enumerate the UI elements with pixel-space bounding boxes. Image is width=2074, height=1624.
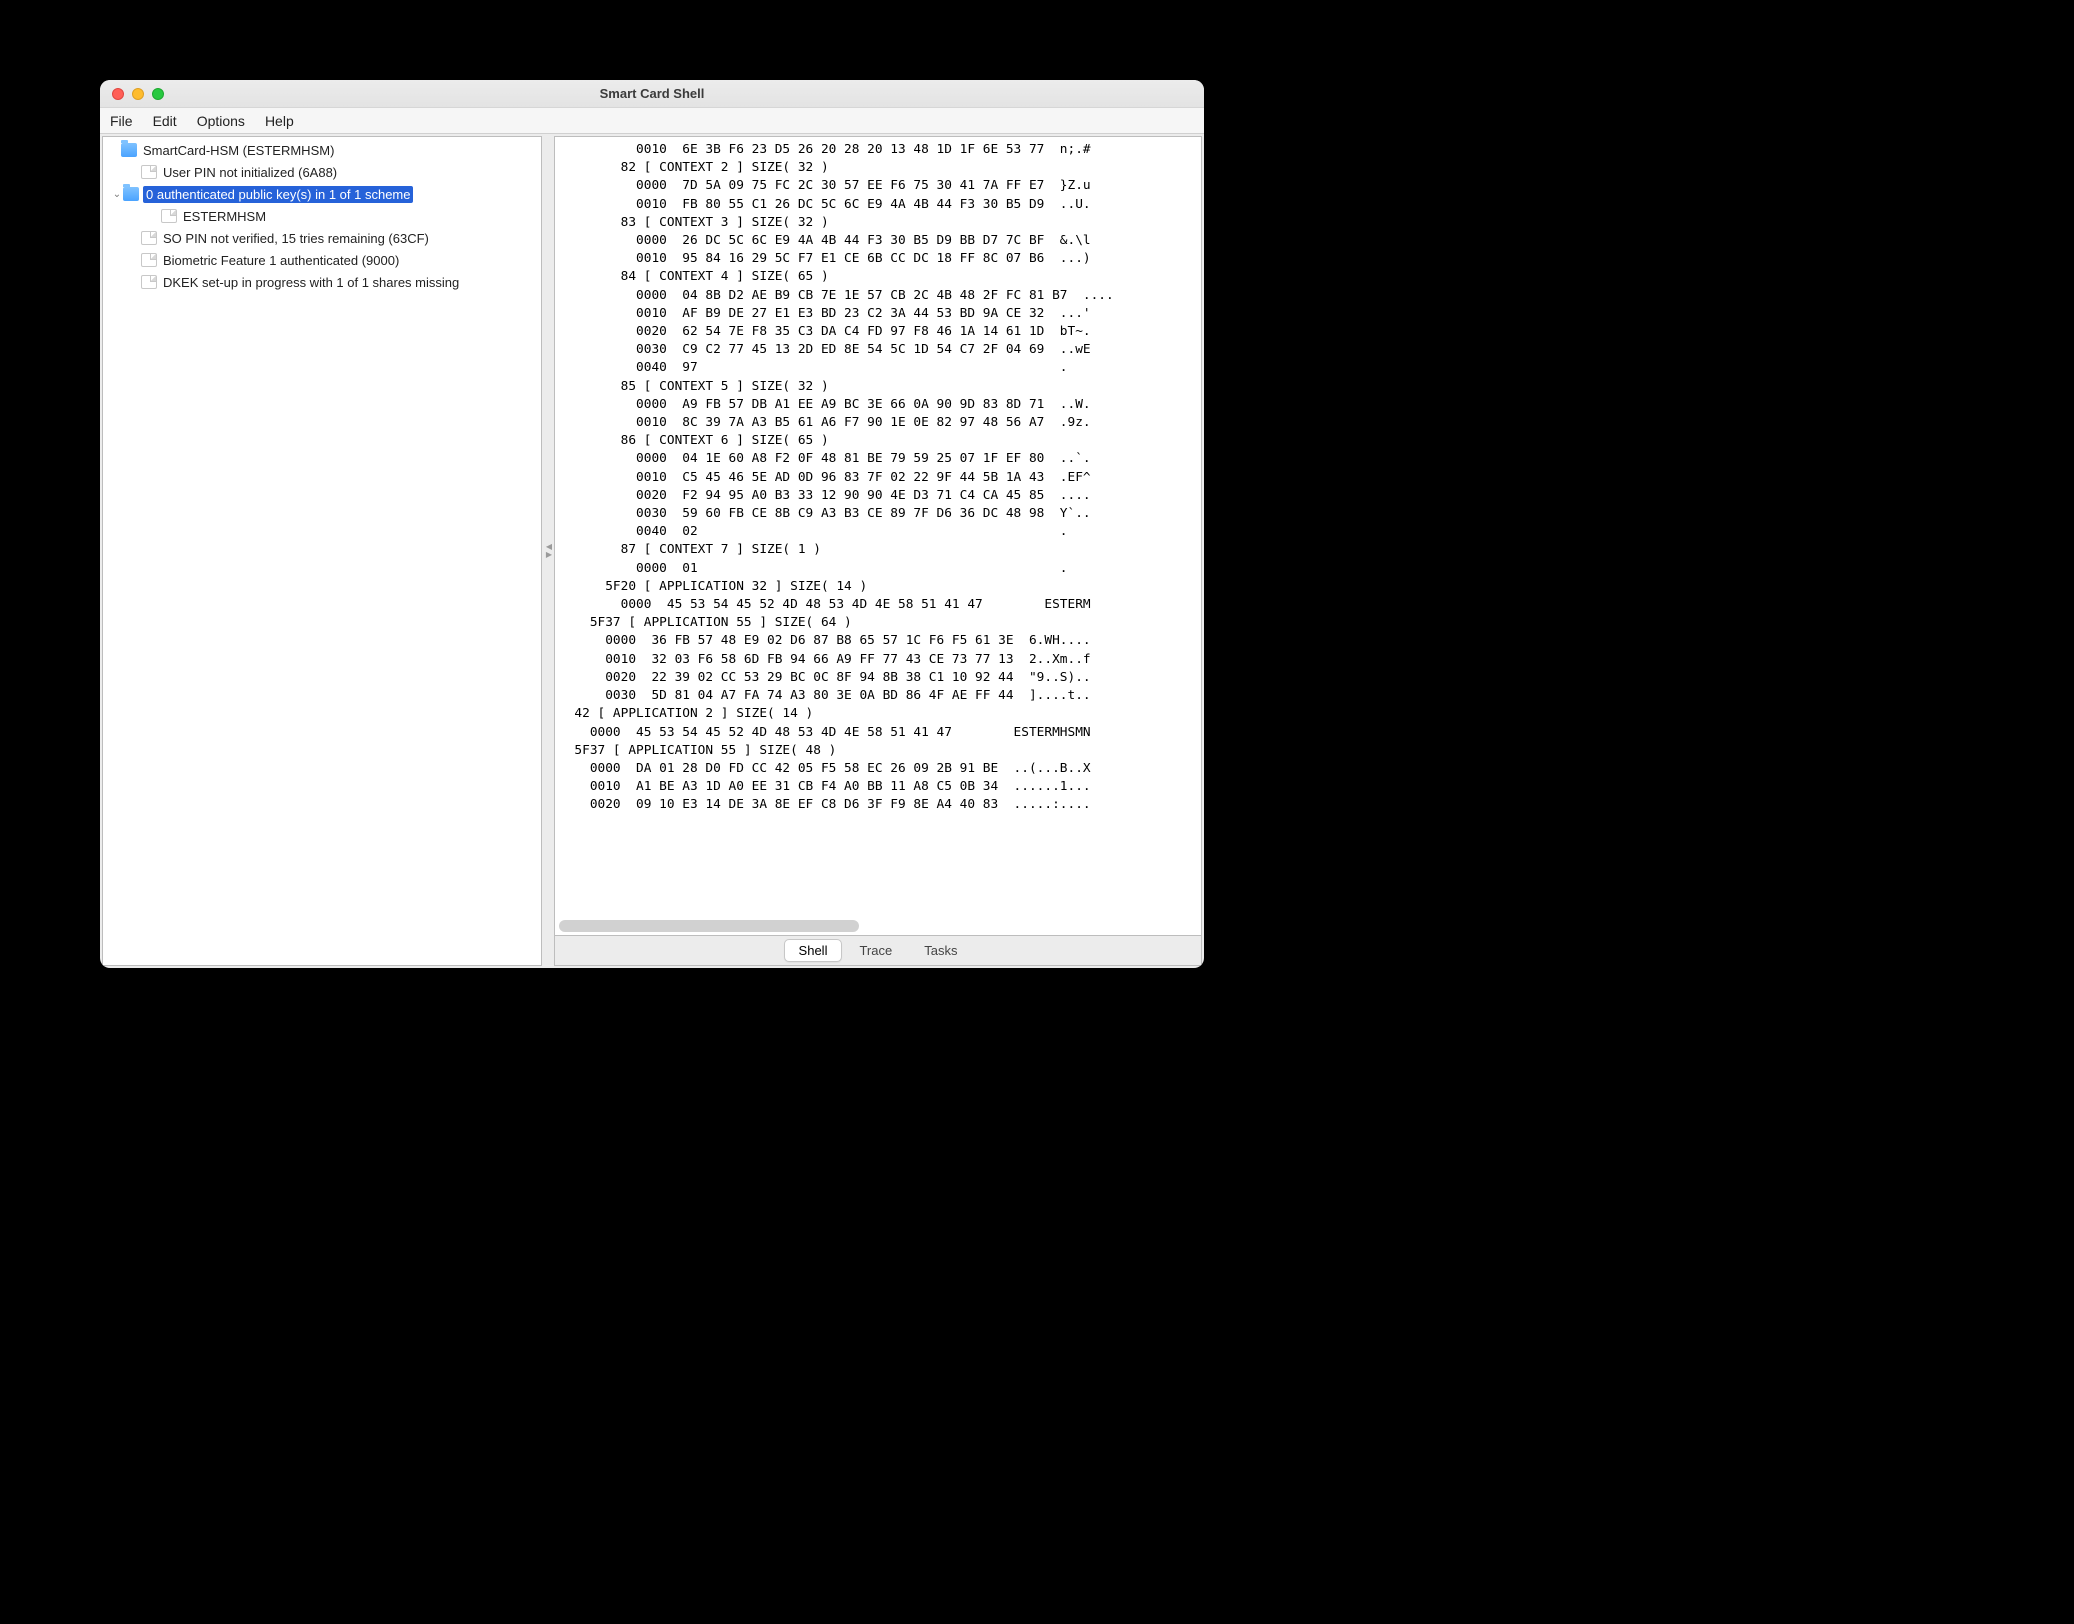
tree-row[interactable]: User PIN not initialized (6A88) (103, 161, 541, 183)
expand-right-icon: ▶ (546, 551, 552, 559)
disclosure-icon (109, 144, 121, 156)
disclosure-icon (129, 166, 141, 178)
tree-row[interactable]: SmartCard-HSM (ESTERMHSM) (103, 139, 541, 161)
disclosure-icon (129, 254, 141, 266)
tree-item-label: Biometric Feature 1 authenticated (9000) (161, 252, 401, 269)
scroll-thumb[interactable] (559, 920, 859, 932)
tree-item-label: SmartCard-HSM (ESTERMHSM) (141, 142, 336, 159)
folder-icon (123, 187, 139, 201)
tree-panel[interactable]: SmartCard-HSM (ESTERMHSM) User PIN not in… (102, 136, 542, 966)
folder-icon (121, 143, 137, 157)
output-scroll[interactable]: 0010 6E 3B F6 23 D5 26 20 28 20 13 48 1D… (555, 137, 1201, 935)
disclosure-icon (129, 276, 141, 288)
file-icon (141, 253, 157, 267)
menu-options[interactable]: Options (197, 113, 245, 129)
output-panel: 0010 6E 3B F6 23 D5 26 20 28 20 13 48 1D… (554, 136, 1202, 936)
disclosure-icon (129, 232, 141, 244)
tab-trace[interactable]: Trace (844, 939, 907, 962)
tab-tasks[interactable]: Tasks (909, 939, 972, 962)
horizontal-scrollbar[interactable] (559, 919, 1197, 933)
tree-row[interactable]: DKEK set-up in progress with 1 of 1 shar… (103, 271, 541, 293)
titlebar[interactable]: Smart Card Shell (100, 80, 1204, 108)
right-panel: 0010 6E 3B F6 23 D5 26 20 28 20 13 48 1D… (554, 136, 1202, 966)
tree-row[interactable]: ⌄ 0 authenticated public key(s) in 1 of 1… (103, 183, 541, 205)
window-title: Smart Card Shell (100, 86, 1204, 101)
file-icon (141, 275, 157, 289)
zoom-icon[interactable] (152, 88, 164, 100)
tree-item-label: ESTERMHSM (181, 208, 268, 225)
menubar: File Edit Options Help (100, 108, 1204, 134)
splitter[interactable]: ◀ ▶ (544, 134, 554, 968)
content-area: SmartCard-HSM (ESTERMHSM) User PIN not in… (100, 134, 1204, 968)
tab-shell[interactable]: Shell (784, 939, 843, 962)
disclosure-icon[interactable]: ⌄ (111, 188, 123, 200)
tree-row[interactable]: ESTERMHSM (103, 205, 541, 227)
tree-item-label: SO PIN not verified, 15 tries remaining … (161, 230, 431, 247)
disclosure-icon (149, 210, 161, 222)
hex-dump-output: 0010 6E 3B F6 23 D5 26 20 28 20 13 48 1D… (559, 141, 1201, 815)
menu-file[interactable]: File (110, 113, 133, 129)
file-icon (141, 231, 157, 245)
file-icon (161, 209, 177, 223)
minimize-icon[interactable] (132, 88, 144, 100)
close-icon[interactable] (112, 88, 124, 100)
window-controls (100, 88, 164, 100)
tree-row[interactable]: Biometric Feature 1 authenticated (9000) (103, 249, 541, 271)
tree-item-label: 0 authenticated public key(s) in 1 of 1 … (143, 186, 413, 203)
menu-help[interactable]: Help (265, 113, 294, 129)
file-icon (141, 165, 157, 179)
menu-edit[interactable]: Edit (153, 113, 177, 129)
tree-row[interactable]: SO PIN not verified, 15 tries remaining … (103, 227, 541, 249)
tree-item-label: DKEK set-up in progress with 1 of 1 shar… (161, 274, 461, 291)
bottom-tabs: Shell Trace Tasks (554, 936, 1202, 966)
tree-item-label: User PIN not initialized (6A88) (161, 164, 339, 181)
app-window: Smart Card Shell File Edit Options Help … (100, 80, 1204, 968)
